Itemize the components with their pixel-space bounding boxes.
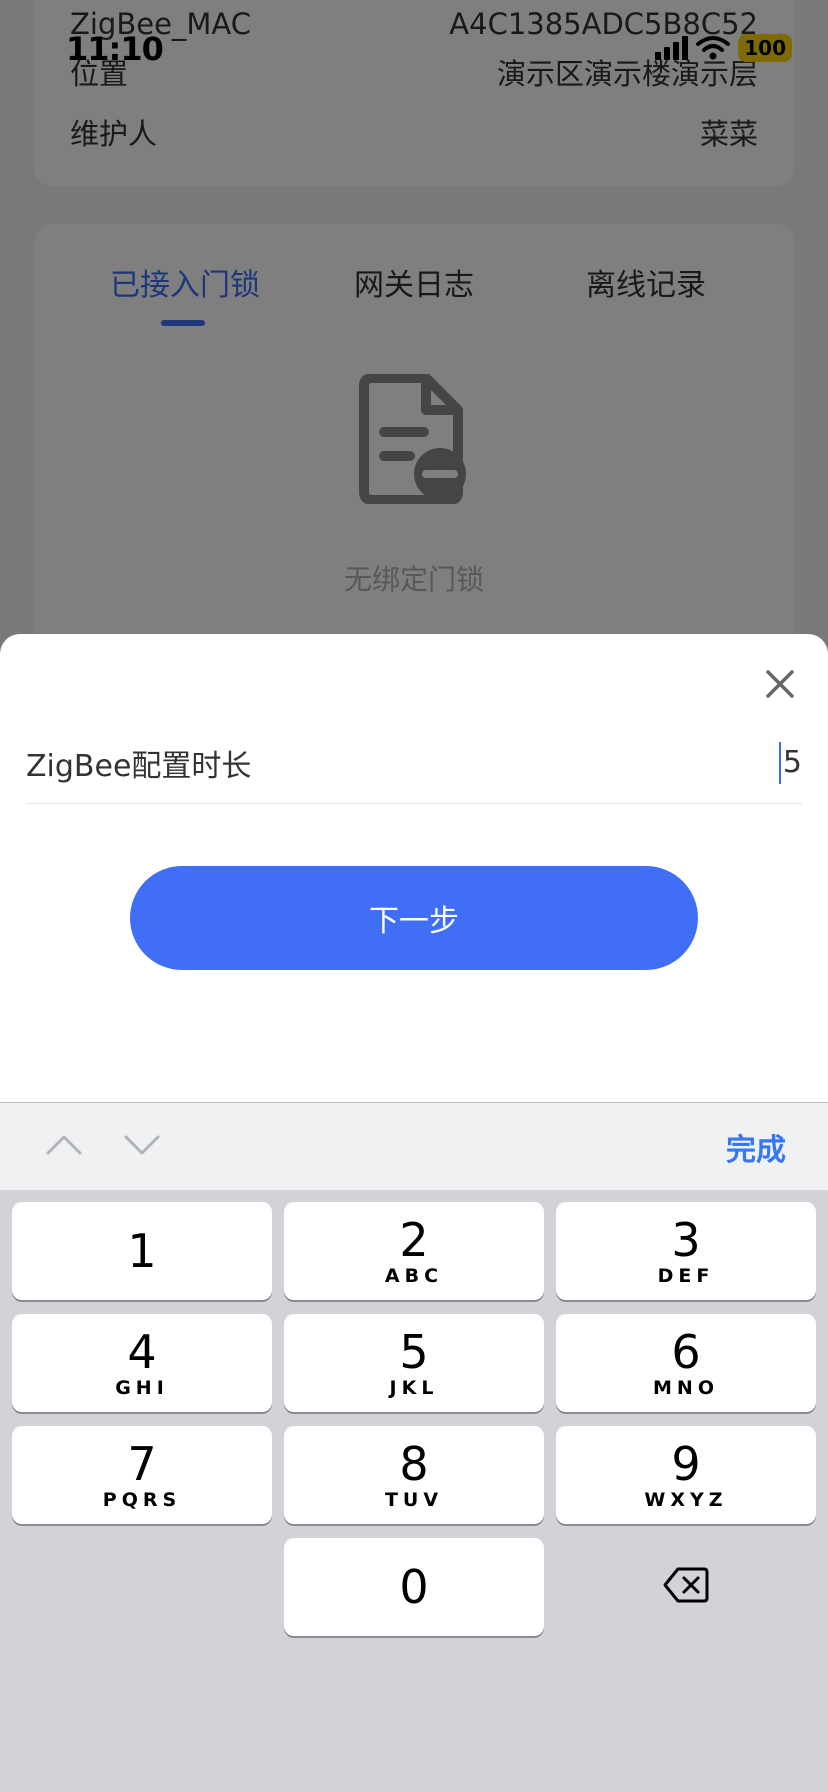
duration-field-label: ZigBee配置时长 xyxy=(26,748,252,784)
text-cursor xyxy=(778,741,781,784)
key-3[interactable]: 3 DEF xyxy=(556,1202,816,1300)
key-8[interactable]: 8 TUV xyxy=(284,1426,544,1524)
key-5[interactable]: 5 JKL xyxy=(284,1314,544,1412)
next-button[interactable]: 下一步 xyxy=(130,866,698,970)
key-1-number: 1 xyxy=(127,1224,157,1278)
key-1[interactable]: 1 xyxy=(12,1202,272,1300)
duration-input-value: 5 xyxy=(782,745,802,780)
key-3-number: 3 xyxy=(671,1213,701,1267)
keyboard-accessory-bar: 完成 xyxy=(0,1102,828,1190)
key-5-letters: JKL xyxy=(389,1377,439,1399)
duration-input[interactable]: 5 xyxy=(778,741,802,784)
key-6-letters: MNO xyxy=(653,1377,719,1399)
key-9-number: 9 xyxy=(671,1437,701,1491)
key-2-number: 2 xyxy=(399,1213,429,1267)
key-6-number: 6 xyxy=(671,1325,701,1379)
done-button[interactable]: 完成 xyxy=(726,1125,786,1169)
key-7-number: 7 xyxy=(127,1437,157,1491)
key-2-letters: ABC xyxy=(384,1265,444,1287)
key-8-letters: TUV xyxy=(384,1489,444,1511)
config-sheet: ZigBee配置时长 5 下一步 xyxy=(0,634,828,1102)
key-7-letters: PQRS xyxy=(102,1489,182,1511)
backspace-icon xyxy=(663,1567,709,1603)
duration-field-row[interactable]: ZigBee配置时长 5 xyxy=(26,722,802,804)
chevron-up-icon[interactable] xyxy=(42,1123,86,1167)
key-9-letters: WXYZ xyxy=(644,1489,728,1511)
key-0[interactable]: 0 xyxy=(284,1538,544,1636)
key-5-number: 5 xyxy=(399,1325,429,1379)
key-4-number: 4 xyxy=(127,1325,157,1379)
key-7[interactable]: 7 PQRS xyxy=(12,1426,272,1524)
backspace-key[interactable] xyxy=(556,1536,816,1634)
key-6[interactable]: 6 MNO xyxy=(556,1314,816,1412)
key-2[interactable]: 2 ABC xyxy=(284,1202,544,1300)
key-9[interactable]: 9 WXYZ xyxy=(556,1426,816,1524)
key-8-number: 8 xyxy=(399,1437,429,1491)
key-4-letters: GHI xyxy=(115,1377,169,1399)
key-3-letters: DEF xyxy=(657,1265,715,1287)
close-icon[interactable] xyxy=(758,662,802,706)
chevron-down-icon[interactable] xyxy=(120,1123,164,1167)
key-4[interactable]: 4 GHI xyxy=(12,1314,272,1412)
numeric-keyboard: 1 2 ABC 3 DEF 4 GHI 5 JKL 6 MNO 7 PQRS 8… xyxy=(0,1190,828,1792)
key-0-number: 0 xyxy=(399,1560,429,1614)
